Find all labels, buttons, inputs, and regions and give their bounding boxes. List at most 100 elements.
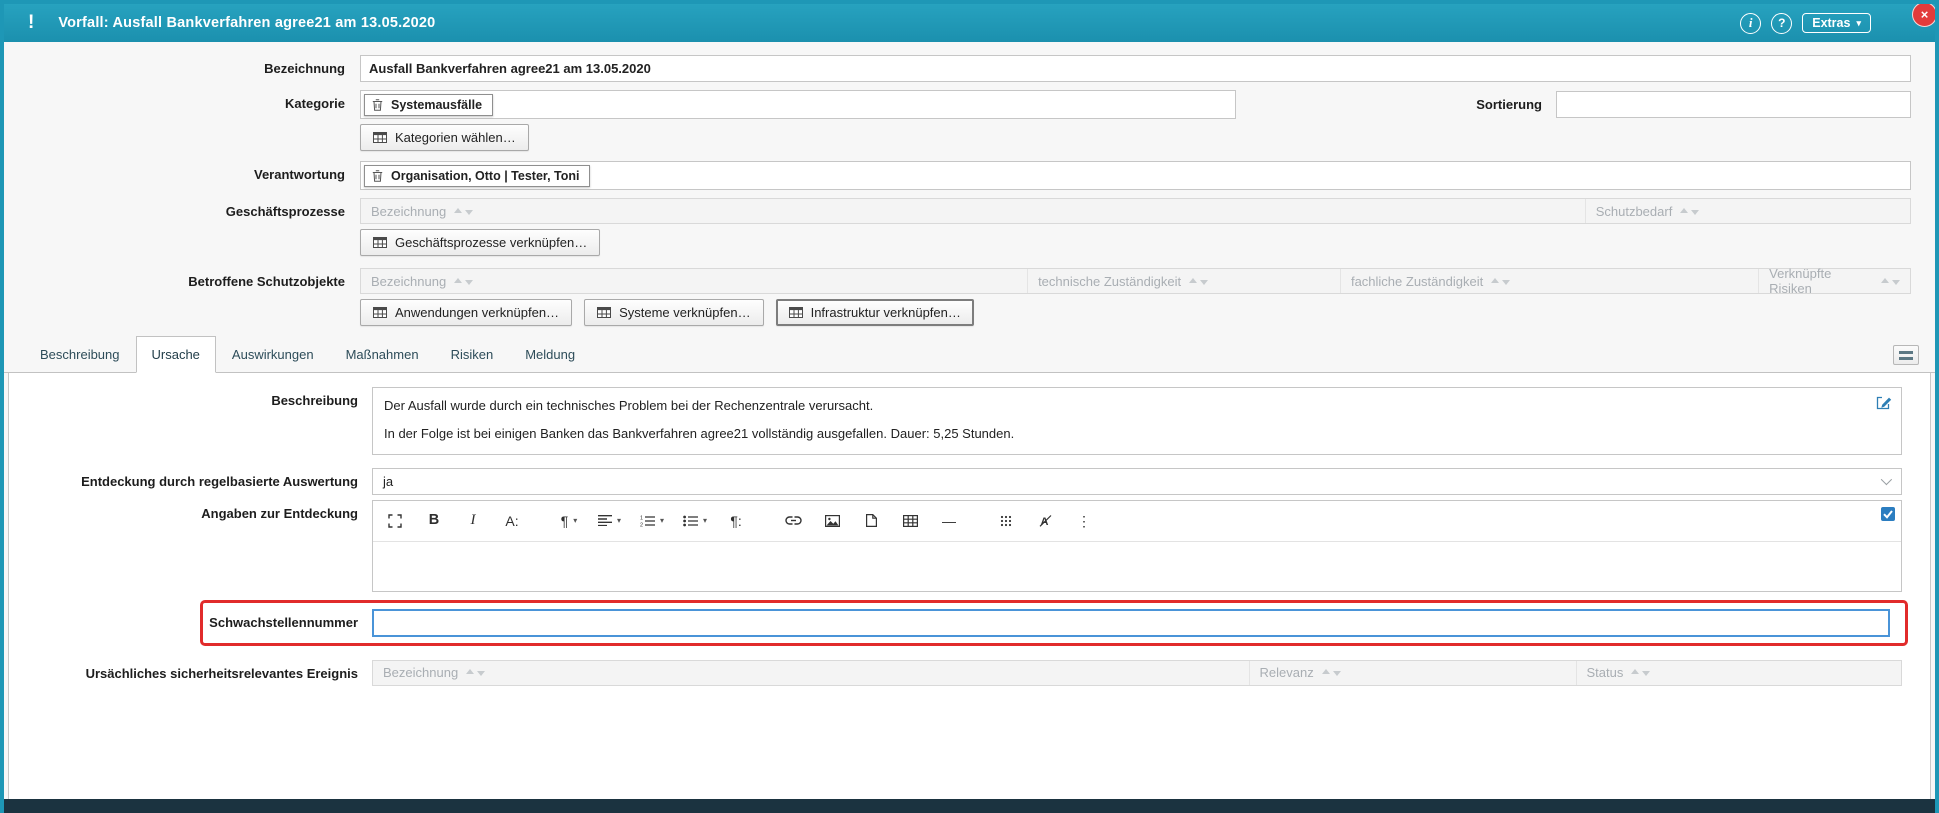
document-button[interactable] [861,509,881,533]
geschaeftsprozesse-label: Geschäftsprozesse [4,198,360,220]
alert-icon: ! [28,12,34,34]
angaben-richtext-editor: B I A: ¶ ▾ ▾ [372,500,1902,592]
caret-down-icon: ▾ [660,517,664,525]
link-button[interactable] [783,509,803,533]
verantwortung-label: Verantwortung [4,161,360,183]
fullscreen-button[interactable] [385,509,405,533]
column-label: Bezeichnung [371,204,446,219]
grid-icon [373,307,387,318]
grid-icon [597,307,611,318]
close-button[interactable]: × [1912,2,1937,27]
tab-auswirkungen[interactable]: Auswirkungen [216,336,330,373]
verantwortung-chip[interactable]: Organisation, Otto | Tester, Toni [364,165,590,187]
sortierung-label: Sortierung [1476,97,1556,112]
column-header-bezeichnung[interactable]: Bezeichnung [373,661,1249,685]
more-options-button[interactable]: ⋮ [1074,509,1094,533]
paragraph-icon: ¶ [561,514,569,528]
sortierung-input[interactable] [1556,91,1911,118]
column-header-schutzbedarf[interactable]: Schutzbedarf [1585,199,1910,223]
image-button[interactable] [822,509,842,533]
column-header-status[interactable]: Status [1576,661,1901,685]
special-characters-button[interactable] [996,509,1016,533]
svg-text:1: 1 [640,515,643,521]
column-header-fachliche-zustaendigkeit[interactable]: fachliche Zuständigkeit [1340,269,1758,293]
editor-checkbox[interactable] [1881,507,1895,521]
layout-toggle-button[interactable] [1893,345,1919,365]
ursache-beschreibung-textarea[interactable]: Der Ausfall wurde durch ein technisches … [372,387,1902,455]
richtext-toolbar: B I A: ¶ ▾ ▾ [373,501,1901,542]
tab-beschreibung[interactable]: Beschreibung [24,336,136,373]
anwendungen-verknuepfen-button[interactable]: Anwendungen verknüpfen… [360,299,572,326]
info-button[interactable]: i [1740,13,1761,34]
horizontal-rule-icon: — [942,514,956,528]
column-label: Bezeichnung [371,274,446,289]
more-options-icon: ⋮ [1077,514,1091,528]
extras-button[interactable]: Extras ▾ [1802,13,1871,33]
column-label: Schutzbedarf [1596,204,1673,219]
kategorie-chip[interactable]: Systemausfälle [364,94,493,116]
kategorien-waehlen-button[interactable]: Kategorien wählen… [360,124,529,151]
kategorien-waehlen-label: Kategorien wählen… [395,130,516,145]
entdeckung-select[interactable]: ja [372,468,1902,495]
column-header-bezeichnung[interactable]: Bezeichnung [361,199,1585,223]
ereignis-table-header: Bezeichnung Relevanz Status [372,660,1902,686]
close-icon: × [1921,7,1929,22]
clear-format-button[interactable]: A [1035,509,1055,533]
column-header-relevanz[interactable]: Relevanz [1249,661,1576,685]
systeme-verknuepfen-label: Systeme verknüpfen… [619,305,751,320]
column-header-technische-zustaendigkeit[interactable]: technische Zuständigkeit [1027,269,1340,293]
angaben-editor-content[interactable] [373,542,1901,591]
trash-icon[interactable] [372,170,383,182]
show-blocks-button[interactable]: ¶: [726,509,746,533]
column-label: Status [1587,665,1624,680]
ursache-panel: Beschreibung Der Ausfall wurde durch ein… [8,373,1931,799]
schutzobjekte-buttons-row: Anwendungen verknüpfen… Systeme verknüpf… [4,299,1935,326]
italic-button[interactable]: I [463,509,483,533]
list-icon [1899,351,1913,354]
clear-format-icon: A [1039,514,1052,527]
help-button[interactable]: ? [1771,13,1792,34]
bezeichnung-input[interactable] [360,55,1911,82]
paragraph-format-button[interactable]: ¶ ▾ [559,509,579,533]
sort-icons [1322,670,1341,675]
column-header-bezeichnung[interactable]: Bezeichnung [361,269,1027,293]
kategorie-field[interactable]: Systemausfälle [360,90,1236,119]
align-button[interactable]: ▾ [598,509,621,533]
entdeckung-label: Entdeckung durch regelbasierte Auswertun… [9,468,372,490]
schwachstellennummer-input[interactable] [372,609,1890,637]
column-label: fachliche Zuständigkeit [1351,274,1483,289]
tab-massnahmen[interactable]: Maßnahmen [330,336,435,373]
help-icon: ? [1778,16,1785,30]
edit-icon[interactable] [1876,395,1892,416]
trash-icon[interactable] [372,99,383,111]
font-style-button[interactable]: A: [502,509,522,533]
geschaeftsprozesse-verknuepfen-button[interactable]: Geschäftsprozesse verknüpfen… [360,229,600,256]
caret-down-icon: ▾ [573,517,577,525]
image-icon [825,515,840,527]
beschreibung-paragraph: In der Folge ist bei einigen Banken das … [384,425,1865,444]
document-icon [866,514,877,527]
bold-button[interactable]: B [424,509,444,533]
column-label: Relevanz [1260,665,1314,680]
verantwortung-field[interactable]: Organisation, Otto | Tester, Toni [360,161,1911,190]
systeme-verknuepfen-button[interactable]: Systeme verknüpfen… [584,299,764,326]
numbered-list-button[interactable]: 12 ▾ [640,509,664,533]
schutzobjekte-label: Betroffene Schutzobjekte [4,268,360,290]
infrastruktur-verknuepfen-button[interactable]: Infrastruktur verknüpfen… [776,299,974,326]
bullet-list-button[interactable]: ▾ [683,509,707,533]
bezeichnung-row: Bezeichnung [4,55,1935,82]
link-icon [785,516,802,525]
tab-meldung[interactable]: Meldung [509,336,591,373]
table-button[interactable] [900,509,920,533]
schwachstellennummer-label: Schwachstellennummer [9,615,372,631]
sort-icons [454,209,473,214]
tab-risiken[interactable]: Risiken [435,336,510,373]
geschaeftsprozesse-button-row: Geschäftsprozesse verknüpfen… [4,229,1935,256]
entdeckung-row: Entdeckung durch regelbasierte Auswertun… [9,468,1930,495]
italic-icon: I [471,513,476,528]
column-header-verknuepfte-risiken[interactable]: Verknüpfte Risiken [1758,269,1910,293]
tab-ursache[interactable]: Ursache [136,336,216,373]
vorfall-window: ! Vorfall: Ausfall Bankverfahren agree21… [0,0,1939,813]
titlebar: ! Vorfall: Ausfall Bankverfahren agree21… [4,4,1935,42]
horizontal-rule-button[interactable]: — [939,509,959,533]
